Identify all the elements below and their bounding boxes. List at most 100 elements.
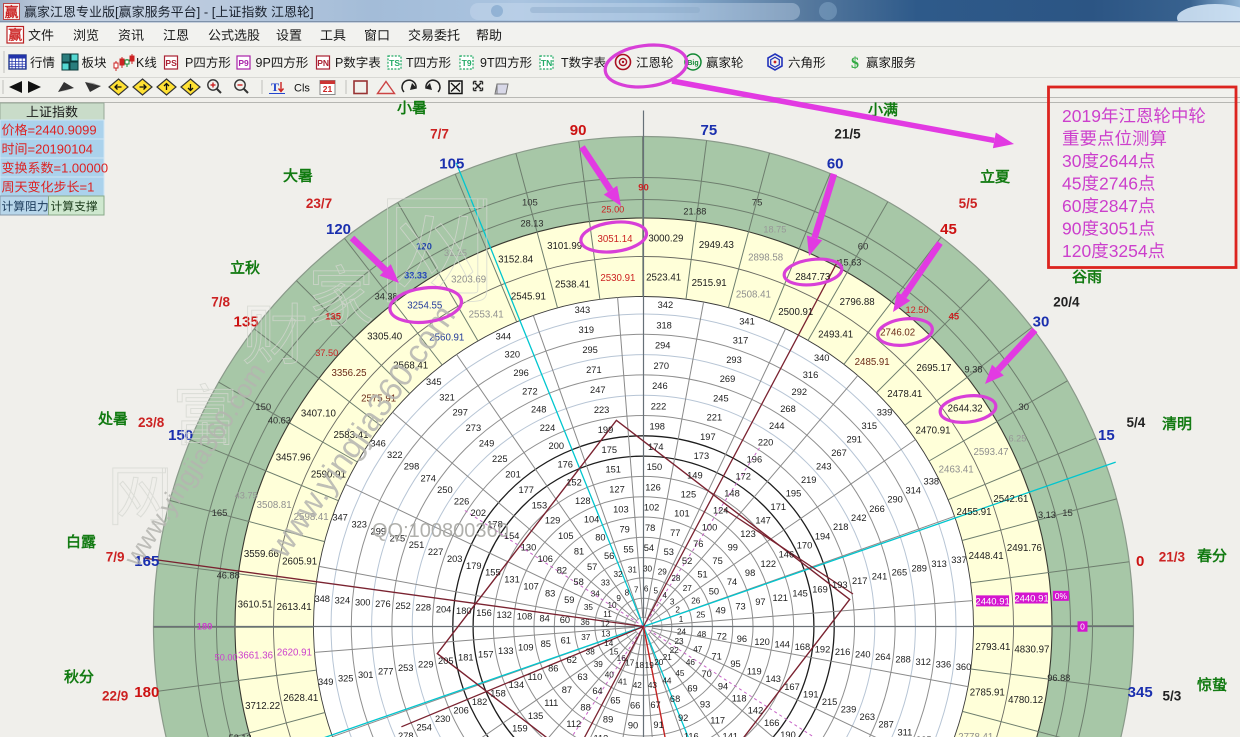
svg-text:25.00: 25.00 — [601, 204, 624, 214]
svg-text:12.50: 12.50 — [906, 305, 929, 315]
svg-text:5/4: 5/4 — [1127, 415, 1146, 430]
svg-text:98: 98 — [745, 568, 755, 578]
svg-text:287: 287 — [878, 720, 894, 730]
svg-text:=2440.9099: =2440.9099 — [28, 123, 97, 138]
svg-text:3: 3 — [670, 598, 675, 607]
svg-text:40: 40 — [605, 671, 615, 680]
svg-text:240: 240 — [855, 649, 871, 659]
svg-text:71: 71 — [712, 651, 722, 661]
svg-text:360: 360 — [956, 662, 972, 672]
svg-text:95: 95 — [730, 659, 740, 669]
svg-text:201: 201 — [505, 469, 521, 479]
svg-text:159: 159 — [512, 724, 528, 734]
svg-text:18.75: 18.75 — [763, 224, 786, 234]
svg-text:122: 122 — [761, 559, 777, 569]
svg-text:46.88: 46.88 — [217, 570, 240, 580]
svg-text:112: 112 — [566, 719, 581, 729]
svg-text:5/5: 5/5 — [959, 196, 978, 211]
svg-text:5/3: 5/3 — [1163, 689, 1182, 704]
svg-text:2553.41: 2553.41 — [469, 309, 504, 320]
svg-text:73: 73 — [735, 601, 745, 611]
svg-text:150: 150 — [255, 402, 271, 413]
svg-text:172: 172 — [735, 472, 751, 482]
svg-text:0: 0 — [1080, 622, 1085, 632]
svg-text:220: 220 — [758, 438, 774, 448]
svg-text:P9: P9 — [238, 58, 249, 68]
svg-text:2500.91: 2500.91 — [778, 307, 813, 318]
svg-text:147: 147 — [755, 516, 771, 526]
svg-text:101: 101 — [674, 509, 690, 519]
svg-text:31: 31 — [628, 565, 638, 574]
svg-text:18: 18 — [635, 661, 645, 670]
svg-text:10: 10 — [607, 601, 617, 610]
svg-text:53: 53 — [664, 547, 674, 557]
svg-text:92: 92 — [678, 713, 688, 723]
svg-text:2493.41: 2493.41 — [818, 330, 853, 341]
svg-text:254: 254 — [416, 723, 432, 733]
svg-text:K: K — [136, 56, 145, 70]
svg-text:57: 57 — [587, 562, 597, 572]
svg-text:4780.12: 4780.12 — [1008, 695, 1043, 706]
svg-text:313: 313 — [931, 559, 947, 569]
svg-text:152: 152 — [566, 478, 582, 488]
svg-text:69: 69 — [687, 684, 697, 694]
svg-text:347: 347 — [332, 513, 348, 523]
svg-text:TS: TS — [389, 58, 400, 68]
svg-text:142: 142 — [748, 706, 764, 716]
svg-text:2523.41: 2523.41 — [646, 273, 681, 284]
svg-text:146: 146 — [779, 550, 795, 560]
svg-text:265: 265 — [892, 568, 908, 578]
svg-text:2796.88: 2796.88 — [840, 297, 875, 308]
svg-text:21/5: 21/5 — [834, 127, 861, 142]
svg-text:43: 43 — [648, 681, 658, 690]
svg-text:263: 263 — [860, 712, 876, 722]
svg-text:82: 82 — [557, 566, 567, 576]
svg-text:T: T — [271, 80, 279, 94]
svg-text:0: 0 — [1136, 553, 1144, 570]
svg-text:296: 296 — [513, 368, 529, 378]
svg-text:300: 300 — [355, 597, 371, 607]
svg-text:320: 320 — [505, 350, 521, 360]
svg-text:227: 227 — [428, 547, 444, 557]
svg-text:44: 44 — [662, 677, 672, 686]
svg-text:$: $ — [851, 55, 859, 72]
svg-text:23/8: 23/8 — [138, 415, 165, 430]
svg-text:158: 158 — [490, 689, 506, 699]
svg-text:145: 145 — [792, 589, 808, 599]
svg-text:108: 108 — [517, 612, 533, 622]
svg-text:195: 195 — [786, 489, 802, 499]
svg-text:228: 228 — [416, 603, 432, 613]
svg-text:148: 148 — [724, 489, 740, 499]
svg-text:123: 123 — [740, 529, 756, 539]
svg-text:341: 341 — [739, 317, 755, 327]
svg-text:60: 60 — [858, 242, 869, 253]
svg-text:50.00: 50.00 — [215, 652, 238, 662]
svg-text:176: 176 — [557, 459, 573, 469]
svg-text:] - [: ] - [ — [197, 5, 216, 20]
svg-text:30: 30 — [1018, 402, 1029, 413]
svg-text:90: 90 — [638, 183, 649, 194]
svg-text:15: 15 — [1062, 508, 1073, 519]
svg-text:150: 150 — [168, 427, 193, 444]
svg-text:239: 239 — [841, 705, 857, 715]
svg-text:124: 124 — [713, 505, 729, 515]
svg-text:221: 221 — [707, 413, 723, 423]
svg-text:204: 204 — [436, 605, 452, 615]
svg-text:107: 107 — [523, 581, 539, 591]
svg-text:113: 113 — [593, 734, 608, 737]
svg-text:89: 89 — [603, 715, 613, 725]
svg-text:174: 174 — [648, 442, 664, 452]
svg-text:90: 90 — [628, 721, 638, 731]
svg-text:2440.91: 2440.91 — [975, 596, 1009, 607]
svg-text:21/3: 21/3 — [1159, 549, 1186, 564]
svg-text:278: 278 — [398, 731, 414, 737]
svg-text:180: 180 — [456, 606, 472, 616]
svg-text:47: 47 — [693, 645, 703, 654]
svg-text:126: 126 — [645, 482, 661, 492]
svg-text:74: 74 — [727, 577, 737, 587]
svg-text:166: 166 — [764, 718, 780, 728]
svg-text:66: 66 — [630, 700, 640, 710]
svg-text:67: 67 — [650, 700, 660, 710]
svg-text:110: 110 — [527, 672, 542, 682]
svg-text:151: 151 — [605, 465, 621, 475]
